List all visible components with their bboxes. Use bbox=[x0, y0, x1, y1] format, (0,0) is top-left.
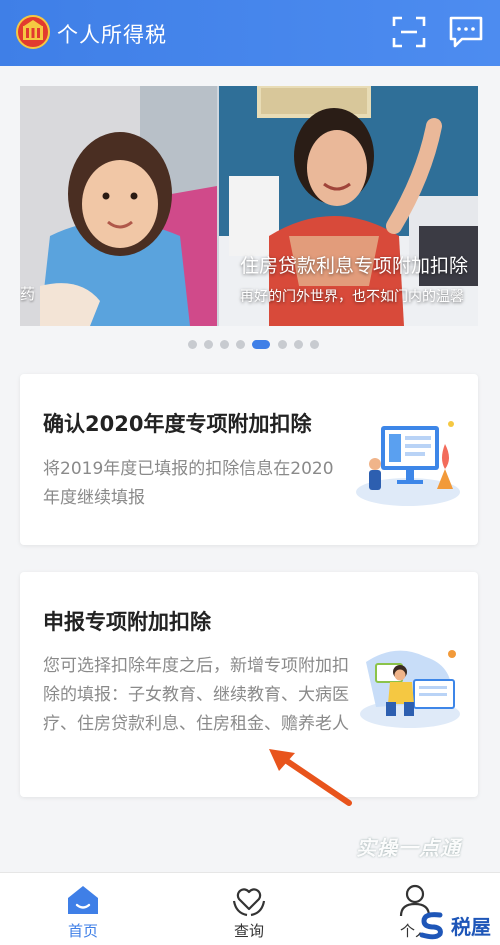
child-photo-image bbox=[20, 86, 217, 326]
carousel-indicator bbox=[0, 340, 500, 350]
declare-deduction-card[interactable]: 申报专项附加扣除 您可选择扣除年度之后，新增专项附加扣除的填报：子女教育、继续教… bbox=[20, 572, 478, 797]
card-description: 将2019年度已填报的扣除信息在2020年度继续填报 bbox=[43, 459, 334, 508]
watermark-text: 实操一点通 bbox=[356, 836, 461, 860]
shuiwu-logo-text: 税屋 bbox=[451, 915, 491, 939]
banner-carousel[interactable]: 药 住房贷款利息专项附加扣除 再好的门外世界，也不如门内的温馨 bbox=[20, 86, 478, 326]
carousel-dot[interactable] bbox=[188, 340, 197, 349]
carousel-dot[interactable] bbox=[204, 340, 213, 349]
tax-emblem-icon bbox=[16, 15, 50, 49]
carousel-slide-title: 住房贷款利息专项附加扣除 bbox=[240, 255, 469, 277]
nav-label-query: 查询 bbox=[233, 922, 264, 940]
carousel-dot[interactable] bbox=[278, 340, 287, 349]
carousel-dot[interactable] bbox=[236, 340, 245, 349]
card-title: 确认2020年度专项附加扣除 bbox=[43, 412, 312, 436]
carousel-dot-active[interactable] bbox=[252, 340, 270, 349]
carousel-slide-current[interactable]: 住房贷款利息专项附加扣除 再好的门外世界，也不如门内的温馨 bbox=[219, 86, 478, 326]
carousel-dot[interactable] bbox=[220, 340, 229, 349]
scan-icon[interactable] bbox=[392, 16, 426, 48]
carousel-dot[interactable] bbox=[294, 340, 303, 349]
card-description: 您可选择扣除年度之后，新增专项附加扣除的填报：子女教育、继续教育、大病医疗、住房… bbox=[43, 656, 349, 734]
computer-illustration-icon bbox=[356, 421, 460, 506]
nav-label-home: 首页 bbox=[67, 922, 98, 940]
annotation-arrow-icon bbox=[269, 749, 352, 806]
app-header: 个人所得税 bbox=[0, 0, 500, 66]
nav-query[interactable]: 查询 bbox=[189, 873, 309, 945]
carousel-prev-caption: 药 bbox=[20, 285, 36, 303]
person-illustration-icon bbox=[360, 650, 460, 728]
heart-hands-icon bbox=[232, 888, 266, 917]
message-icon[interactable] bbox=[448, 15, 484, 49]
app-title: 个人所得税 bbox=[57, 23, 167, 47]
card-title: 申报专项附加扣除 bbox=[43, 610, 211, 634]
nav-home[interactable]: 首页 bbox=[23, 873, 143, 945]
carousel-slide-subtitle: 再好的门外世界，也不如门内的温馨 bbox=[240, 289, 464, 305]
carousel-dot[interactable] bbox=[310, 340, 319, 349]
confirm-deduction-card[interactable]: 确认2020年度专项附加扣除 将2019年度已填报的扣除信息在2020年度继续填… bbox=[20, 374, 478, 545]
home-icon bbox=[68, 886, 98, 914]
carousel-slide-prev[interactable]: 药 bbox=[20, 86, 217, 326]
